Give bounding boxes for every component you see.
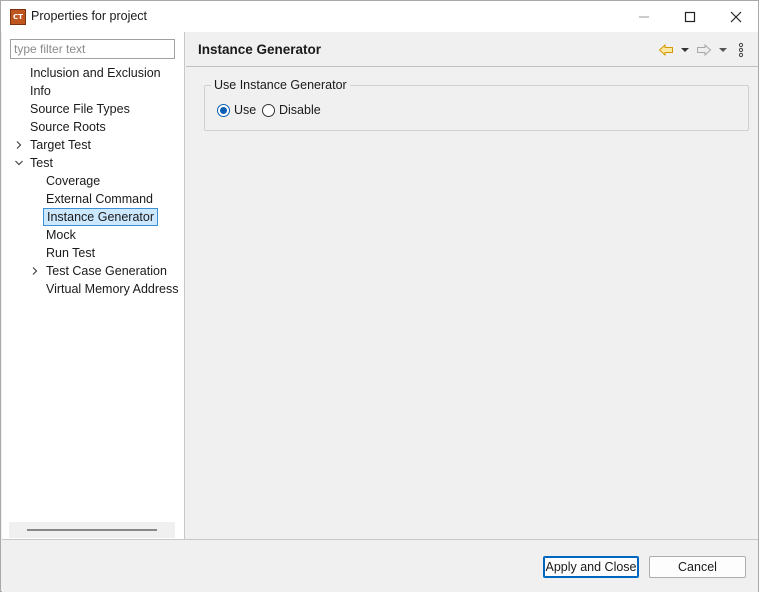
tree-item-label: Virtual Memory Address [46,282,179,296]
tree-item-label: Info [30,84,51,98]
use-instance-generator-group: Use Instance Generator Use Disable [204,78,749,131]
radio-unchecked-icon [262,103,275,117]
apply-and-close-button[interactable]: Apply and Close [543,556,639,578]
use-radio[interactable]: Use [217,103,256,117]
radio-checked-icon [217,103,230,117]
back-dropdown-button[interactable] [680,42,690,58]
tree-item-label: External Command [46,192,153,206]
tree-item-label: Target Test [30,138,91,152]
horizontal-scrollbar[interactable] [9,522,175,538]
tree-item[interactable]: Test [15,154,56,172]
tree-item-label: Instance Generator [43,208,159,226]
close-icon [730,11,742,22]
group-label: Use Instance Generator [211,78,350,92]
navigation-pane: Inclusion and Exclusion Info Source File T… [2,32,185,539]
title-separator [186,66,758,67]
maximize-button[interactable] [667,1,713,32]
filter-input[interactable] [10,39,175,59]
tree-item-label: Mock [46,228,76,242]
tree-item[interactable]: External Command [43,190,156,208]
tree-item[interactable]: Coverage [43,172,103,190]
tree-item-label: Run Test [46,246,96,260]
chevron-down-icon[interactable] [14,158,24,168]
back-button[interactable] [658,42,674,58]
chevron-down-icon [681,48,689,52]
chevron-right-icon[interactable] [14,140,24,150]
disable-radio-label: Disable [279,103,321,117]
tree-item[interactable]: Source File Types [27,100,133,118]
tree-item[interactable]: Virtual Memory Address [43,280,181,298]
tree-item[interactable]: Inclusion and Exclusion [27,64,164,82]
view-menu-button[interactable] [737,42,745,58]
forward-dropdown-button[interactable] [718,42,728,58]
tree-item-label: Coverage [46,174,101,188]
disable-radio[interactable]: Disable [262,103,321,117]
page-title: Instance Generator [198,42,322,57]
chevron-right-icon[interactable] [30,266,40,276]
page-pane: Instance Generator Use Instance Generato… [186,32,758,539]
tree-item[interactable]: Run Test [43,244,98,262]
cancel-button[interactable]: Cancel [649,556,746,578]
tree-item[interactable]: Mock [43,226,79,244]
tree-item-label: Source File Types [30,102,130,116]
minimize-button[interactable] [621,1,667,32]
window-title: Properties for project [31,9,148,23]
tree-item-label: Source Roots [30,120,106,134]
app-icon: CT [10,9,26,25]
tree-item[interactable]: Target Test [16,136,94,154]
minimize-icon [639,16,649,17]
tree-item-label: Test [30,156,53,170]
back-arrow-icon [658,43,673,57]
chevron-down-icon [719,48,727,52]
scrollbar-thumb[interactable] [27,529,157,531]
forward-button[interactable] [696,42,712,58]
properties-dialog: CT Properties for project Inclusion and … [0,0,759,592]
tree-item-label: Inclusion and Exclusion [30,66,161,80]
maximize-icon [684,11,696,22]
close-button[interactable] [713,1,759,32]
tree-item[interactable]: Source Roots [27,118,109,136]
button-bar: Apply and Close Cancel [2,540,758,592]
title-bar[interactable]: CT Properties for project [1,1,758,32]
tree-item-label: Test Case Generation [46,264,167,278]
tree-item[interactable]: Test Case Generation [32,262,170,280]
use-radio-label: Use [234,103,257,117]
tree-item[interactable]: Instance Generator [43,208,159,226]
forward-arrow-icon [697,43,712,57]
more-vertical-icon [738,42,744,58]
tree-item[interactable]: Info [27,82,54,100]
